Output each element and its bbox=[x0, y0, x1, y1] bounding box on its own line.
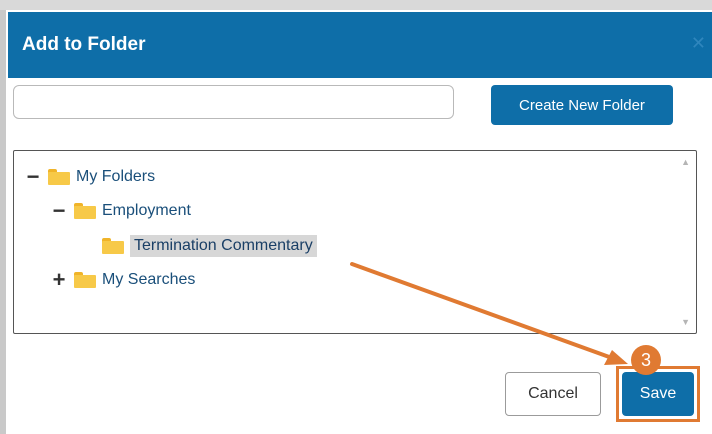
annotation-arrow bbox=[350, 262, 628, 365]
step-number-badge: 3 bbox=[631, 345, 661, 375]
